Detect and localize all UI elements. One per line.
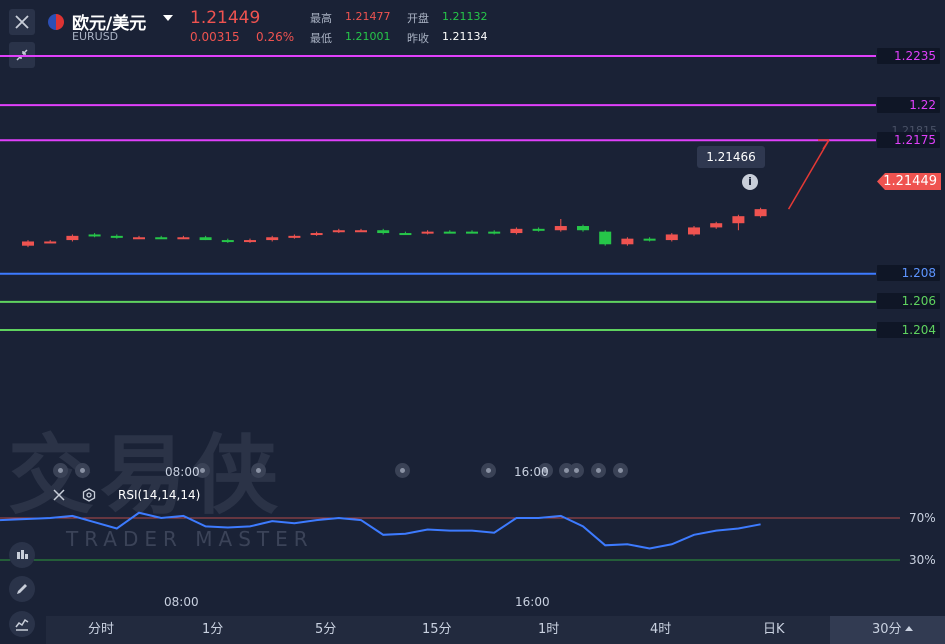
candle-body [443, 231, 456, 234]
candle-body [110, 235, 123, 238]
event-dot[interactable] [569, 463, 584, 478]
trend-arrow [787, 139, 830, 210]
candle-body [177, 237, 190, 240]
tab-30min[interactable]: 30分 [872, 618, 902, 637]
candle-body [155, 237, 168, 240]
candle-body [421, 231, 434, 234]
candle-body [310, 233, 323, 236]
candle-body [44, 241, 57, 244]
tab-1hour[interactable]: 1时 [538, 618, 559, 637]
caret-up-icon [905, 626, 913, 631]
time-label-lower: 08:00 [164, 595, 199, 609]
candle-body [554, 226, 567, 231]
candle-body [288, 235, 301, 238]
level-tag: 1.2235 [877, 48, 940, 64]
candlestick-chart[interactable] [0, 0, 945, 644]
event-dot[interactable] [613, 463, 628, 478]
candle-body [710, 223, 723, 228]
line-chart-icon [15, 618, 29, 631]
tab-fenshi[interactable]: 分时 [88, 618, 114, 637]
candle-body [221, 240, 234, 243]
candle-icon [17, 550, 28, 559]
indicator-button[interactable] [9, 542, 35, 568]
candle-body [510, 228, 523, 234]
candle-body [621, 238, 634, 245]
last-price-tag: 1.21449 [877, 173, 941, 190]
rsi-settings-icon[interactable] [82, 487, 96, 506]
tab-15min[interactable]: 15分 [422, 618, 452, 637]
candle-body [244, 240, 256, 243]
candle-body [488, 231, 501, 234]
time-label-upper: 16:00 [514, 465, 549, 479]
level-tag: 1.2175 [877, 132, 940, 148]
candle-body [599, 231, 612, 245]
candle-body [332, 230, 345, 233]
info-icon[interactable]: i [742, 174, 758, 190]
candle-body [199, 237, 212, 241]
event-dot[interactable] [251, 463, 266, 478]
candle-body [88, 234, 101, 237]
candle-body [466, 231, 478, 234]
candle-body [355, 230, 367, 233]
time-label-lower: 16:00 [515, 595, 550, 609]
candle-body [377, 230, 390, 234]
timeframe-bar [46, 616, 945, 644]
line-chart-button[interactable] [9, 611, 35, 637]
candle-body [643, 238, 656, 241]
tab-1min[interactable]: 1分 [202, 618, 223, 637]
time-label-upper: 08:00 [165, 465, 200, 479]
rsi-upper-label: 70% [909, 511, 936, 525]
candle-body [754, 209, 767, 217]
trend-arrow-head [818, 139, 830, 150]
rsi-close-icon[interactable] [52, 487, 66, 506]
candle-body [532, 228, 545, 231]
level-tag: 1.22 [877, 97, 940, 113]
candle-body [133, 237, 145, 240]
candle-body [22, 241, 34, 246]
event-dot[interactable] [395, 463, 410, 478]
level-tag: 1.204 [877, 322, 940, 338]
tab-daily[interactable]: 日K [763, 618, 785, 637]
draw-button[interactable] [9, 576, 35, 602]
pencil-icon [17, 584, 27, 594]
tab-4hour[interactable]: 4时 [650, 618, 671, 637]
level-tag: 1.206 [877, 293, 940, 309]
tab-5min[interactable]: 5分 [315, 618, 336, 637]
level-tag: 1.208 [877, 265, 940, 281]
rsi-label: RSI(14,14,14) [118, 488, 201, 502]
hover-price-tooltip: 1.21466 [697, 146, 765, 168]
event-dot[interactable] [481, 463, 496, 478]
candle-body [266, 237, 279, 241]
event-dot[interactable] [53, 463, 68, 478]
candle-body [66, 235, 79, 241]
candle-body [399, 233, 412, 236]
candle-body [665, 234, 678, 241]
candle-body [688, 227, 700, 235]
rsi-lower-label: 30% [909, 553, 936, 567]
candle-body [732, 216, 745, 224]
event-dot[interactable] [591, 463, 606, 478]
candle-body [577, 226, 589, 231]
event-dot[interactable] [75, 463, 90, 478]
